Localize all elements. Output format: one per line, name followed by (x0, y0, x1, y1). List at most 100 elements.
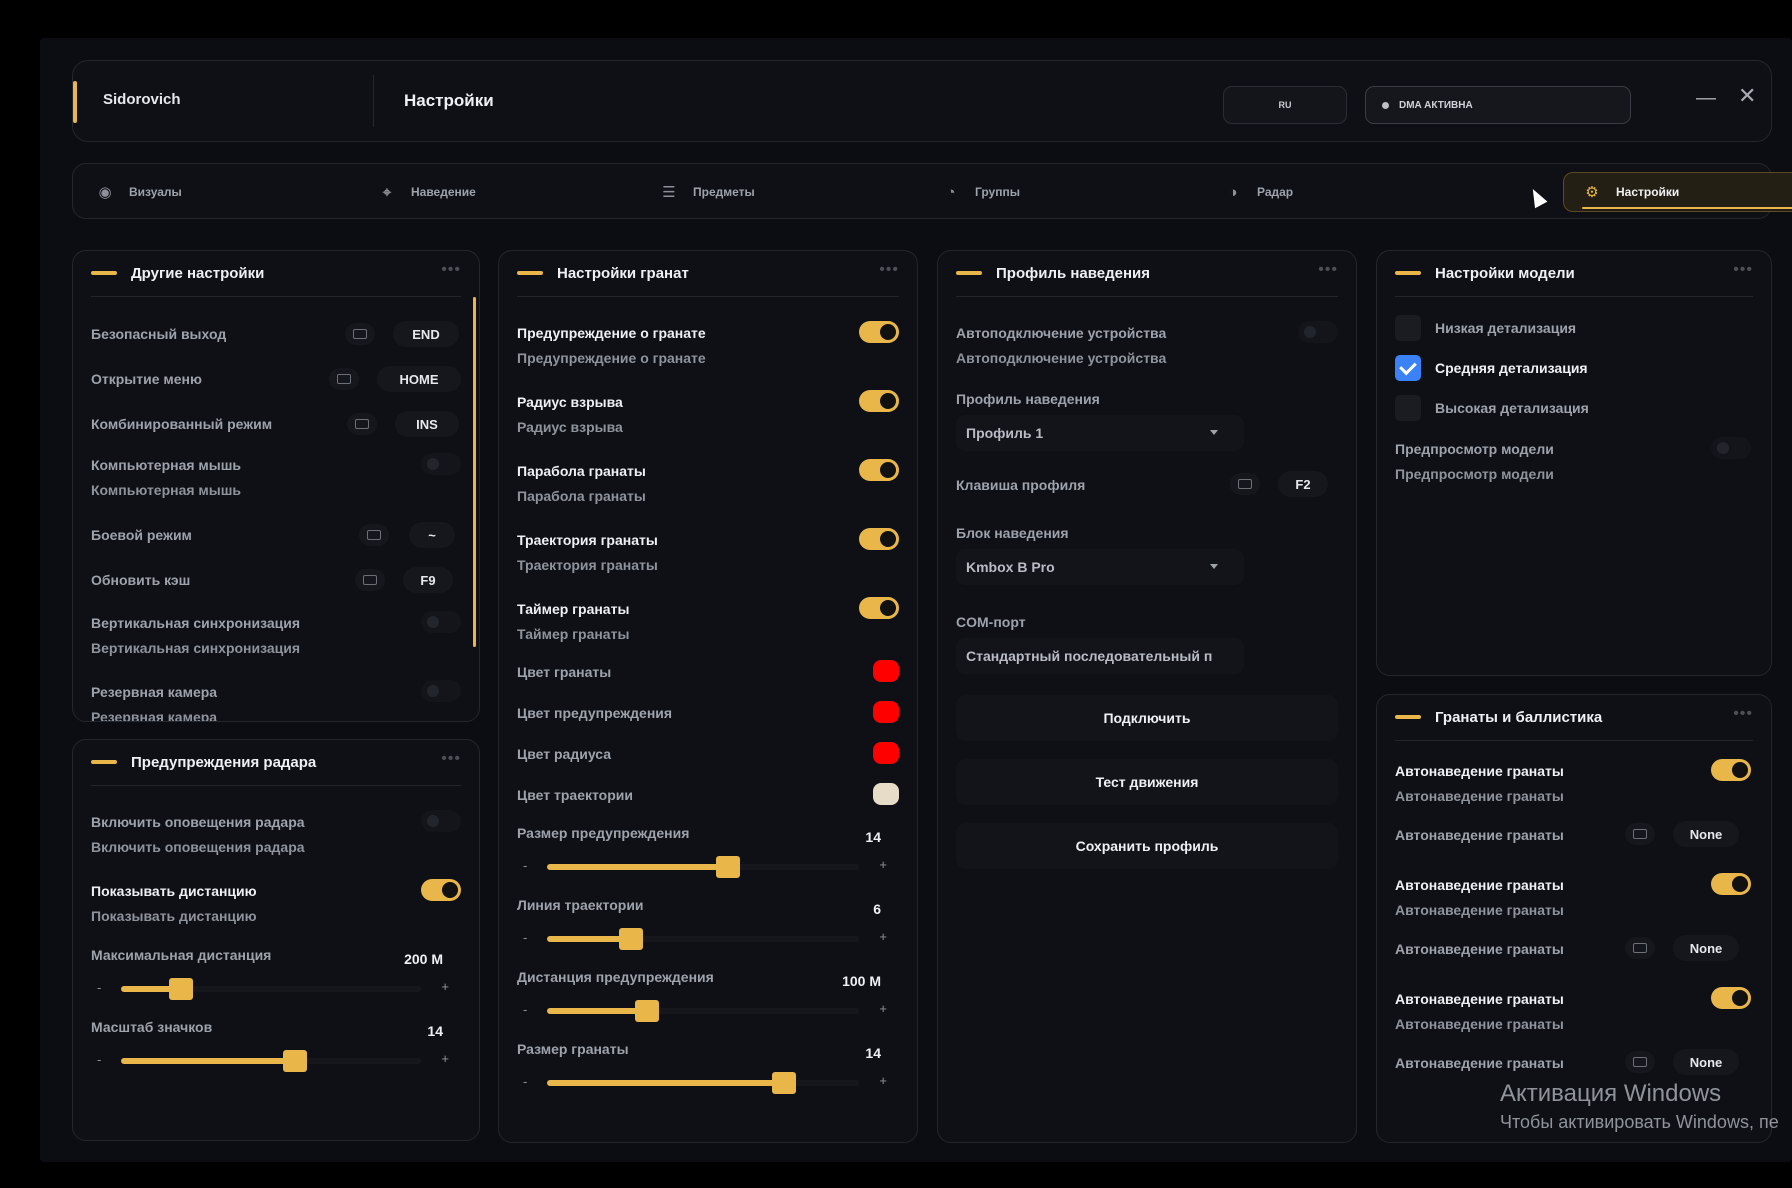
slider-handle[interactable] (283, 1050, 307, 1072)
minus-icon[interactable]: - (97, 980, 101, 995)
minimize-icon[interactable]: — (1696, 87, 1716, 110)
toggle-switch[interactable] (1711, 437, 1751, 459)
connect-button[interactable]: Подключить (956, 695, 1338, 741)
checkbox[interactable] (1395, 355, 1421, 381)
tab-visuals[interactable]: ◉ Визуалы (95, 172, 182, 212)
checkbox-row: Высокая детализация (1395, 393, 1753, 423)
dma-status-button[interactable]: DMA АКТИВНА (1365, 86, 1631, 124)
title-bar: Sidorovich Настройки RU DMA АКТИВНА — ✕ (72, 60, 1772, 142)
minus-icon[interactable]: - (523, 930, 527, 945)
toggle-switch[interactable] (421, 810, 461, 832)
keybind-button[interactable]: INS (395, 411, 459, 437)
toggle-switch[interactable] (421, 680, 461, 702)
test-movement-button[interactable]: Тест движения (956, 759, 1338, 805)
setting-description: Парабола гранаты (517, 488, 646, 504)
more-icon[interactable]: ••• (441, 750, 461, 768)
slider-handle[interactable] (772, 1072, 797, 1094)
aim-block-dropdown[interactable]: Kmbox B Pro (956, 549, 1244, 585)
minus-icon[interactable]: - (97, 1052, 101, 1067)
plus-icon[interactable]: + (879, 857, 887, 872)
keyboard-icon (1230, 473, 1260, 495)
toggle-switch[interactable] (859, 321, 899, 343)
keybind-button[interactable]: HOME (377, 366, 461, 392)
color-swatch[interactable] (873, 742, 899, 764)
plus-icon[interactable]: + (879, 1073, 887, 1088)
panel-title: Предупреждения радара (131, 754, 317, 771)
toggle-switch[interactable] (859, 390, 899, 412)
close-icon[interactable]: ✕ (1738, 83, 1756, 109)
tab-label: Визуалы (129, 185, 182, 199)
com-port-dropdown[interactable]: Стандартный последовательный п (956, 638, 1244, 674)
scrollbar[interactable] (473, 297, 476, 647)
more-icon[interactable]: ••• (1318, 261, 1338, 279)
profile-dropdown[interactable]: Профиль 1 (956, 415, 1244, 451)
toggle-switch[interactable] (421, 611, 461, 633)
toggle-switch[interactable] (859, 459, 899, 481)
grenade-size-slider[interactable]: - + (517, 1072, 899, 1094)
plus-icon[interactable]: + (879, 929, 887, 944)
tab-groups[interactable]: ◔ Группы (941, 172, 1019, 212)
color-swatch[interactable] (873, 660, 899, 682)
toggle-switch[interactable] (1711, 987, 1751, 1009)
tab-settings[interactable]: ⚙ Настройки (1563, 172, 1792, 212)
slider-handle[interactable] (715, 856, 740, 878)
field-label: COM-порт (956, 614, 1026, 630)
keybind-button[interactable]: None (1673, 935, 1739, 961)
minus-icon[interactable]: - (523, 1074, 527, 1089)
slider-label: Линия траектории (517, 897, 644, 913)
checkbox[interactable] (1395, 315, 1421, 341)
warning-distance-slider[interactable]: - + (517, 1000, 899, 1022)
max-distance-slider[interactable]: - + (91, 978, 461, 1000)
more-icon[interactable]: ••• (441, 261, 461, 279)
slider-handle[interactable] (619, 928, 644, 950)
icon-scale-slider[interactable]: - + (91, 1050, 461, 1072)
windows-activation-title: Активация Windows (1500, 1080, 1722, 1107)
more-icon[interactable]: ••• (1733, 705, 1753, 723)
plus-icon[interactable]: + (441, 979, 449, 994)
panel-header: Профиль наведения ••• (956, 251, 1338, 297)
setting-row: Резервная камера Резервная камера (91, 678, 461, 721)
color-swatch[interactable] (873, 783, 899, 805)
toggle-switch[interactable] (1711, 873, 1751, 895)
keybind-button[interactable]: F2 (1278, 471, 1328, 497)
warning-size-slider[interactable]: - + (517, 856, 899, 878)
trajectory-line-slider[interactable]: - + (517, 928, 899, 950)
setting-label: Автонаведение гранаты (1395, 827, 1564, 843)
keybind-button[interactable]: END (393, 321, 459, 347)
color-swatch[interactable] (873, 701, 899, 723)
slider-track[interactable] (121, 1050, 421, 1072)
keybind-button[interactable]: ~ (409, 522, 455, 548)
slider-row: Размер предупреждения 14 - + (517, 821, 899, 893)
slider-value: 200 М (404, 951, 443, 967)
tab-aiming[interactable]: ⌖ Наведение (377, 172, 476, 212)
slider-track[interactable] (547, 1000, 859, 1022)
more-icon[interactable]: ••• (1733, 261, 1753, 279)
slider-handle[interactable] (169, 978, 193, 1000)
slider-track[interactable] (547, 928, 859, 950)
keybind-button[interactable]: None (1673, 821, 1739, 847)
keybind-button[interactable]: None (1673, 1049, 1739, 1075)
keybind-button[interactable]: F9 (403, 567, 453, 593)
save-profile-button[interactable]: Сохранить профиль (956, 823, 1338, 869)
slider-track[interactable] (121, 978, 421, 1000)
slider-track[interactable] (547, 1072, 859, 1094)
tab-items[interactable]: ☰ Предметы (659, 172, 755, 212)
checkbox[interactable] (1395, 395, 1421, 421)
checkbox-label: Средняя детализация (1435, 360, 1588, 376)
more-icon[interactable]: ••• (879, 261, 899, 279)
toggle-switch[interactable] (1711, 759, 1751, 781)
toggle-switch[interactable] (421, 879, 461, 901)
panel-title: Гранаты и баллистика (1435, 709, 1603, 726)
toggle-switch[interactable] (421, 453, 461, 475)
toggle-switch[interactable] (859, 528, 899, 550)
plus-icon[interactable]: + (441, 1051, 449, 1066)
tab-radar[interactable]: ◑ Радар (1223, 172, 1293, 212)
toggle-switch[interactable] (859, 597, 899, 619)
toggle-switch[interactable] (1298, 321, 1338, 343)
slider-track[interactable] (547, 856, 859, 878)
minus-icon[interactable]: - (523, 1002, 527, 1017)
plus-icon[interactable]: + (879, 1001, 887, 1016)
minus-icon[interactable]: - (523, 858, 527, 873)
language-button[interactable]: RU (1223, 86, 1347, 124)
slider-handle[interactable] (634, 1000, 659, 1022)
